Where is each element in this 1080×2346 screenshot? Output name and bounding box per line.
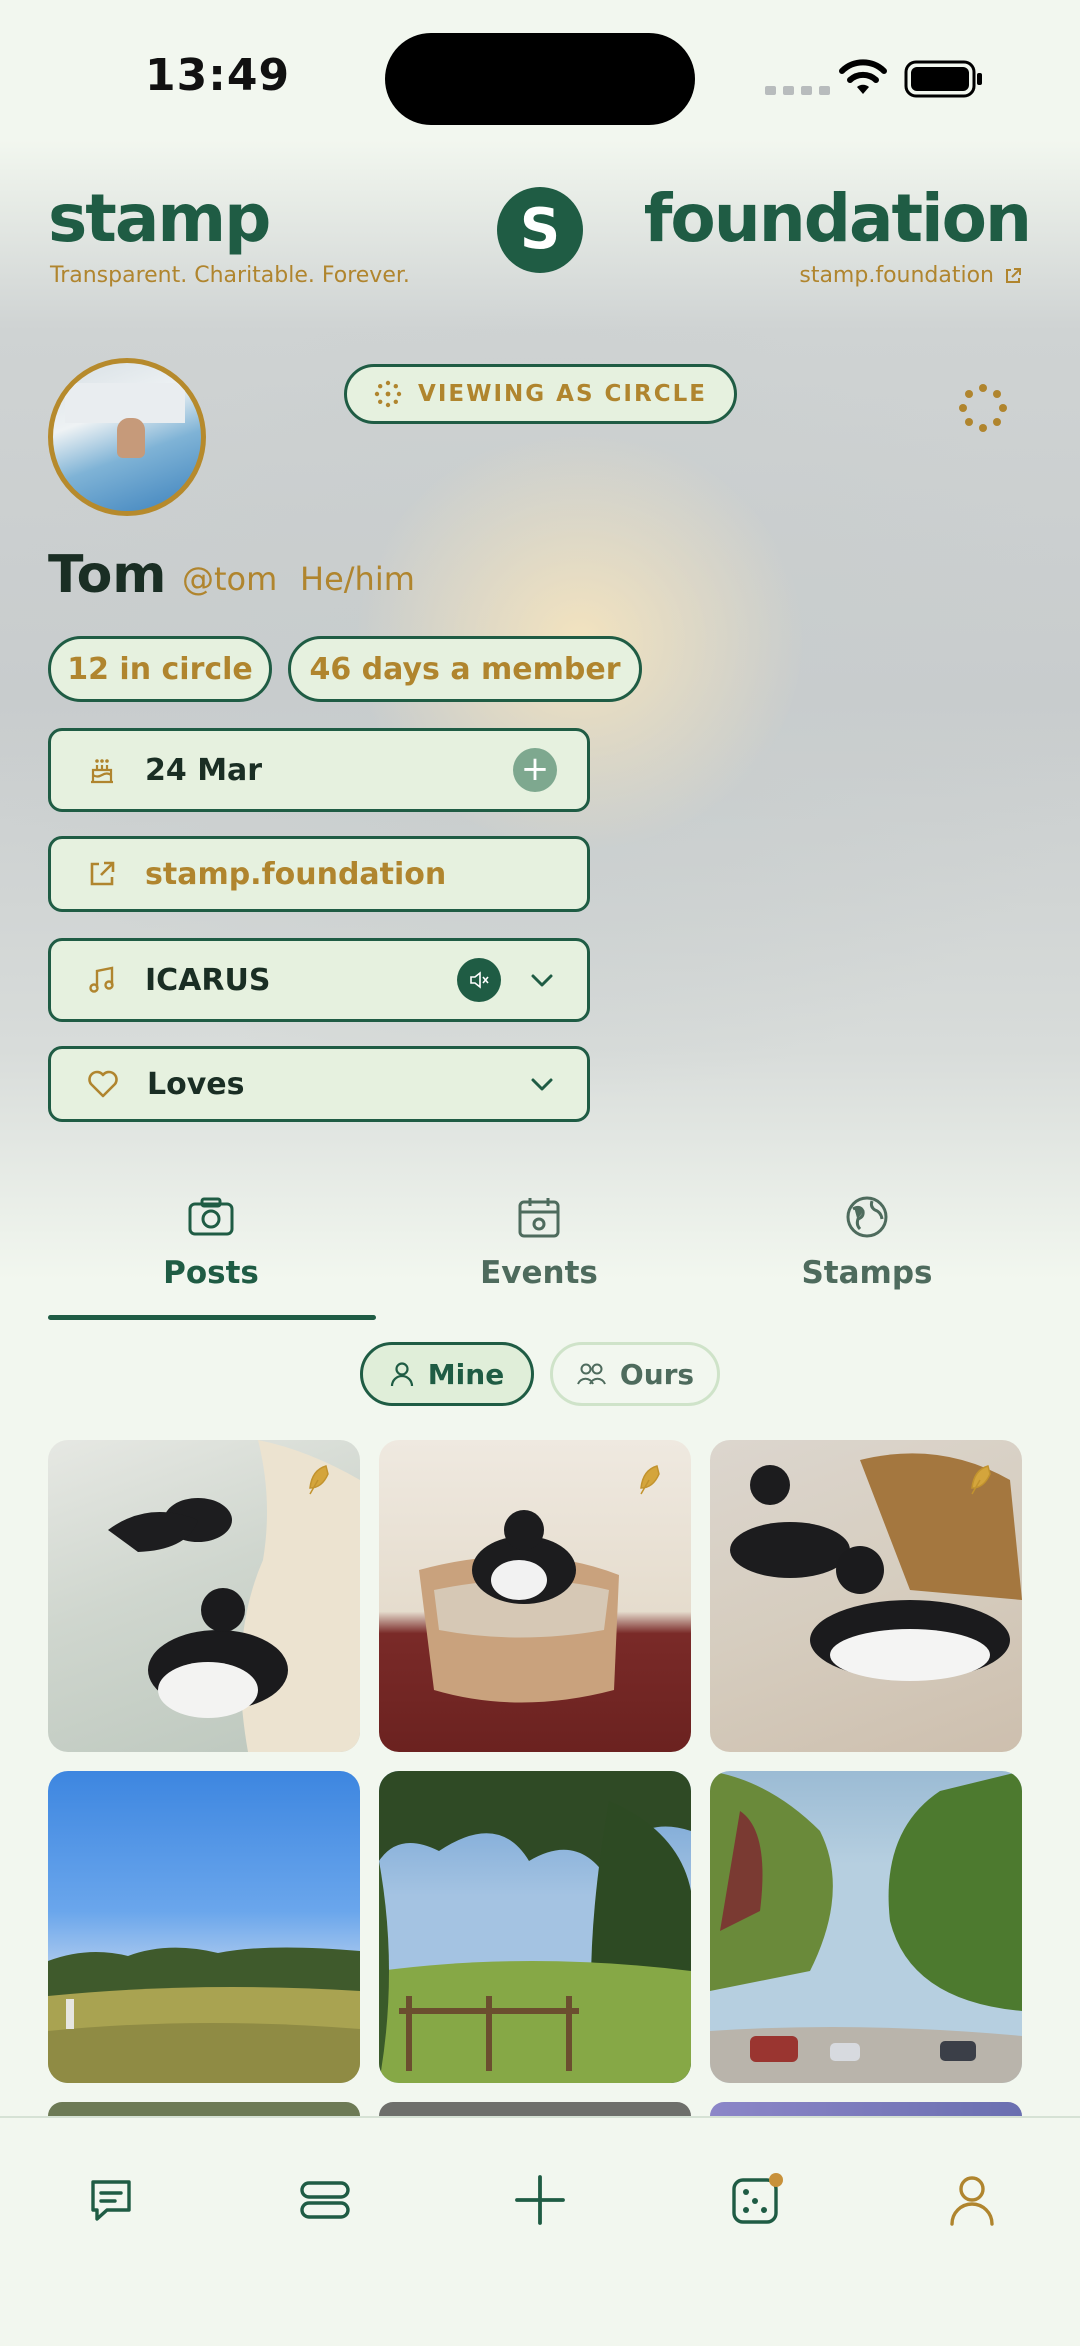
leaf-badge-icon xyxy=(640,1465,660,1495)
dynamic-island xyxy=(385,33,695,125)
cake-icon xyxy=(91,759,113,784)
profile-name: Tom xyxy=(48,545,167,605)
brand-tagline: Transparent. Charitable. Forever. xyxy=(50,263,410,288)
site-link[interactable]: stamp.foundation xyxy=(799,263,1022,288)
profile-icon xyxy=(950,2176,994,2226)
post-image xyxy=(710,1771,1022,2083)
add-icon xyxy=(515,2175,565,2225)
tab-stamps-label: Stamps xyxy=(801,1255,933,1291)
circle-count-chip[interactable]: 12 in circle xyxy=(48,636,272,702)
post-thumbnail[interactable] xyxy=(48,2102,360,2116)
filter-ours-label: Ours xyxy=(619,1357,695,1391)
website-label: stamp.foundation xyxy=(145,856,447,892)
viewing-badge-label: VIEWING AS CIRCLE xyxy=(418,381,707,407)
camera-icon xyxy=(188,1197,234,1236)
tab-posts[interactable]: Posts xyxy=(48,1195,374,1291)
external-link-icon xyxy=(1006,267,1021,283)
post-thumbnail[interactable] xyxy=(710,1440,1022,1752)
birthday-label: 24 Mar xyxy=(145,752,263,788)
post-thumbnail[interactable] xyxy=(710,2102,1022,2116)
post-thumbnail[interactable] xyxy=(379,1440,691,1752)
filter-mine-label: Mine xyxy=(427,1357,505,1391)
dice-icon xyxy=(732,2173,783,2224)
status-time: 13:49 xyxy=(145,50,291,101)
mute-button[interactable] xyxy=(457,958,501,1002)
circle-count-label: 12 in circle xyxy=(67,651,253,687)
brand-stamp: stamp xyxy=(48,180,271,257)
chevron-down-icon[interactable] xyxy=(527,1069,557,1099)
brand-foundation: foundation xyxy=(643,180,1032,257)
music-note-icon xyxy=(89,966,114,993)
wifi-icon xyxy=(839,59,887,94)
chat-icon xyxy=(91,2180,131,2221)
feed-icon xyxy=(300,2181,350,2219)
nav-chat[interactable] xyxy=(71,2160,151,2240)
post-image xyxy=(48,1947,360,2083)
profile-pronouns: He/him xyxy=(300,560,415,598)
person-icon xyxy=(390,1362,413,1387)
avatar[interactable] xyxy=(48,358,206,516)
leaf-badge-icon xyxy=(309,1465,329,1495)
nav-add[interactable] xyxy=(500,2160,580,2240)
song-row[interactable]: ICARUS xyxy=(48,938,590,1022)
tab-posts-label: Posts xyxy=(163,1255,259,1291)
post-thumbnail[interactable] xyxy=(48,1440,360,1752)
website-row[interactable]: stamp.foundation xyxy=(48,836,590,912)
globe-icon xyxy=(846,1196,888,1238)
cellular-signal-icon xyxy=(765,86,830,95)
post-thumbnail[interactable] xyxy=(710,1771,1022,2083)
member-days-chip: 46 days a member xyxy=(288,636,642,702)
birthday-row[interactable]: 24 Mar + xyxy=(48,728,590,812)
active-tab-indicator xyxy=(48,1315,376,1320)
bottom-nav xyxy=(0,2116,1080,2346)
chevron-down-icon[interactable] xyxy=(527,965,557,995)
viewing-as-circle-badge[interactable]: VIEWING AS CIRCLE xyxy=(344,364,737,424)
filter-mine[interactable]: Mine xyxy=(360,1342,534,1406)
post-thumbnail[interactable] xyxy=(48,1771,360,2083)
external-link-icon xyxy=(90,861,115,886)
calendar-icon xyxy=(518,1198,560,1238)
circle-menu-icon[interactable] xyxy=(955,380,1011,436)
people-icon xyxy=(576,1363,606,1385)
site-link-label: stamp.foundation xyxy=(799,263,994,288)
nav-games[interactable] xyxy=(716,2160,796,2240)
post-thumbnail[interactable] xyxy=(379,2102,691,2116)
post-thumbnail[interactable] xyxy=(379,1771,691,2083)
member-days-label: 46 days a member xyxy=(309,651,621,687)
nav-profile[interactable] xyxy=(932,2160,1012,2240)
tab-stamps[interactable]: Stamps xyxy=(704,1195,1030,1291)
post-image xyxy=(379,1771,691,2083)
leaf-badge-icon xyxy=(971,1465,991,1495)
add-birthday-button[interactable]: + xyxy=(513,748,557,792)
tab-events-label: Events xyxy=(480,1255,598,1291)
heart-icon xyxy=(88,1070,118,1098)
tab-events[interactable]: Events xyxy=(376,1195,702,1291)
circle-dots-icon xyxy=(374,380,402,408)
nav-feed[interactable] xyxy=(285,2160,365,2240)
loves-row[interactable]: Loves xyxy=(48,1046,590,1122)
song-label: ICARUS xyxy=(145,962,271,998)
speaker-muted-icon xyxy=(470,971,489,989)
filter-ours[interactable]: Ours xyxy=(550,1342,720,1406)
profile-handle: @tom xyxy=(182,560,278,598)
stamp-logo[interactable]: S xyxy=(497,187,583,273)
battery-icon xyxy=(904,60,982,98)
loves-label: Loves xyxy=(147,1066,245,1102)
